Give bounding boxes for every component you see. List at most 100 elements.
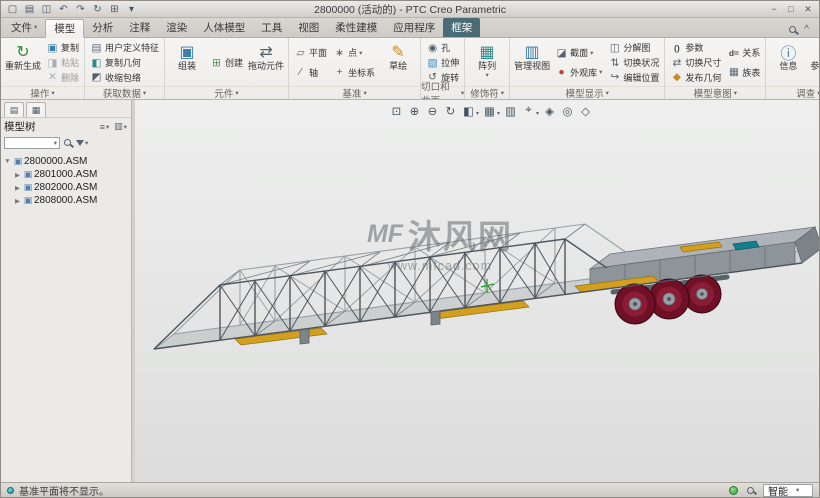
create-component-button[interactable]: ⊞ 创建 [208,56,245,70]
paste-button[interactable]: ◨ 粘贴 [44,56,81,70]
tab-render[interactable]: 渲染 [158,18,195,37]
group-label-modifiers[interactable]: 修饰符 ▾ [465,86,510,99]
group-label-datum[interactable]: 基准 ▾ [289,86,421,99]
relations-button[interactable]: d= 关系 [725,46,762,60]
parameters-button[interactable]: () 参数 [668,41,723,55]
extrude-button[interactable]: ▧ 拉伸 [424,56,461,70]
undo-icon[interactable]: ↶ [56,3,71,16]
tab-file[interactable]: 文件 ▾ [3,18,45,37]
tree-item-subassembly[interactable]: ▶ ▣ 2801000.ASM [3,168,131,181]
annotation-display-icon[interactable]: ◈ [541,103,558,118]
datum-plane-button[interactable]: ▱ 平面 [292,46,329,60]
repaint-icon[interactable]: ↻ [442,103,459,118]
regenerate-icon[interactable]: ↻ [90,3,105,16]
redo-icon[interactable]: ↷ [73,3,88,16]
edit-position-button[interactable]: ↪ 编辑位置 [606,70,661,84]
close-icon[interactable]: ✕ [801,3,815,15]
tab-model[interactable]: 模型 [45,19,85,38]
spin-center-icon[interactable]: ◎ [559,103,576,118]
expand-arrow-icon[interactable]: ▶ [13,184,22,192]
expand-arrow-icon[interactable]: ▶ [13,171,22,179]
udf-button[interactable]: ▤ 用户定义特征 [88,41,161,55]
copy-icon: ▣ [47,41,58,54]
ribbon-minimize-icon[interactable]: ^ [804,24,809,35]
graphics-viewport[interactable]: ⊡ ⊕ ⊖ ↻ ◧ ▾ ▦ ▾ ▥ ⌖ ▾ ◈ ◎ ◇ MF 沐风网 www.mfca… [135,100,819,482]
tree-settings-button[interactable]: ▥ ▾ [113,121,128,132]
save-icon[interactable]: ◫ [39,3,54,16]
group-label-investigate[interactable]: 调查▾ [766,86,819,99]
family-table-button[interactable]: ▦ 族表 [725,65,762,79]
expand-arrow-icon[interactable]: ▶ [13,197,22,205]
new-file-icon[interactable]: ▢ [5,3,20,16]
tab-framework[interactable]: 框架 [443,18,481,37]
datum-point-button[interactable]: ∗ 点 ▾ [331,46,377,60]
tree-search-button[interactable] [63,139,72,146]
tree-filter-button[interactable]: ▾ [75,139,89,147]
info-button[interactable]: ⓘ 信息 [769,40,807,85]
csys-button[interactable]: + 坐标系 [331,65,377,79]
appearance-gallery-button[interactable]: ● 外观库 ▾ [553,65,604,79]
toggle-status-button[interactable]: ⇅ 切换状况 [606,56,661,70]
drag-component-button[interactable]: ⇄ 拖动元件 [247,40,285,85]
view-manager-icon[interactable]: ▥ [502,103,519,118]
tab-applications[interactable]: 应用程序 [385,18,443,37]
tab-annotate[interactable]: 注释 [121,18,158,37]
regenerate-button[interactable]: ↻ 重新生成 [4,40,42,85]
exploded-view-button[interactable]: ◫ 分解图 [606,41,661,55]
tree-show-menu-button[interactable]: ≡ ▾ [99,122,111,132]
tab-manikin[interactable]: 人体模型 [195,18,253,37]
command-search-icon[interactable] [789,26,797,33]
copy-geometry-button[interactable]: ◧ 复制几何 [88,56,161,70]
group-label-model-display[interactable]: 模型显示 ▾ [510,86,665,99]
expand-arrow-icon[interactable]: ▼ [3,158,12,165]
tab-view[interactable]: 视图 [290,18,327,37]
tree-item-root-assembly[interactable]: ▼ ▣ 2800000.ASM [3,155,131,168]
3d-model-trailer-assembly[interactable] [135,100,819,482]
pattern-button[interactable]: ▦ 阵列 ▾ [468,40,506,85]
zoom-in-icon[interactable]: ⊕ [406,103,423,118]
shrinkwrap-button[interactable]: ◩ 收缩包络 [88,70,161,84]
delete-button[interactable]: ✕ 删除 [44,70,81,84]
tab-tools[interactable]: 工具 [253,18,290,37]
dropdown-caret: ▾ [497,111,501,117]
windows-icon[interactable]: ⊞ [107,3,122,16]
zoom-out-icon[interactable]: ⊖ [424,103,441,118]
dropdown-caret: ▾ [85,139,89,147]
ribbon-group-modifiers: ▦ 阵列 ▾ 修饰符 ▾ [465,38,511,99]
section-button[interactable]: ◪ 截面 ▾ [553,46,604,60]
find-icon[interactable] [747,486,754,494]
group-label-get-data[interactable]: 获取数据 ▾ [85,86,165,99]
refit-icon[interactable]: ⊡ [388,103,405,118]
datum-axis-button[interactable]: ∕ 轴 [292,65,329,79]
tab-analysis[interactable]: 分析 [84,18,121,37]
manage-views-button[interactable]: ▥ 管理视图 [513,40,551,85]
customize-arrow-icon[interactable]: ▾ [124,3,139,16]
saved-orientations-icon[interactable]: ▦ [481,103,498,118]
switch-dimensions-button[interactable]: ⇄ 切换尺寸 [668,56,723,70]
group-label-operations[interactable]: 操作 ▾ [1,86,85,99]
tree-item-subassembly[interactable]: ▶ ▣ 2808000.ASM [3,194,131,207]
group-label-component[interactable]: 元件 ▾ [165,86,289,99]
sketch-button[interactable]: ✎ 草绘 [379,40,417,85]
group-label-model-intent[interactable]: 模型意图 ▾ [665,86,766,99]
open-icon[interactable]: ▤ [22,3,37,16]
group-label-cuts-surfaces[interactable]: 切口和曲面▾ [421,82,465,99]
hole-button[interactable]: ◉ 孔 [424,41,461,55]
selection-filter-dropdown[interactable]: 智能 ▾ [763,483,813,497]
copy-button[interactable]: ▣ 复制 [44,41,81,55]
window-controls: − □ ✕ [767,3,819,15]
minimize-icon[interactable]: − [767,3,781,15]
tree-item-subassembly[interactable]: ▶ ▣ 2802000.ASM [3,181,131,194]
navigator-tab-folder-browser[interactable]: ▦ [26,102,46,117]
regeneration-status-icon[interactable] [729,485,738,495]
datum-display-icon[interactable]: ⌖ [520,103,537,118]
tab-flexible-modeling[interactable]: 柔性建模 [327,18,385,37]
assemble-button[interactable]: ▣ 组装 [168,40,206,85]
reference-viewer-button[interactable]: ◈ 参考查看器 [809,40,819,85]
perspective-icon[interactable]: ◇ [577,103,594,118]
display-style-icon[interactable]: ◧ [460,103,477,118]
tree-filter-input[interactable]: ▾ [4,136,60,149]
navigator-tab-model-tree[interactable]: ▤ [4,102,24,117]
maximize-icon[interactable]: □ [784,3,798,15]
publish-geometry-button[interactable]: ◆ 发布几何 [668,70,723,84]
